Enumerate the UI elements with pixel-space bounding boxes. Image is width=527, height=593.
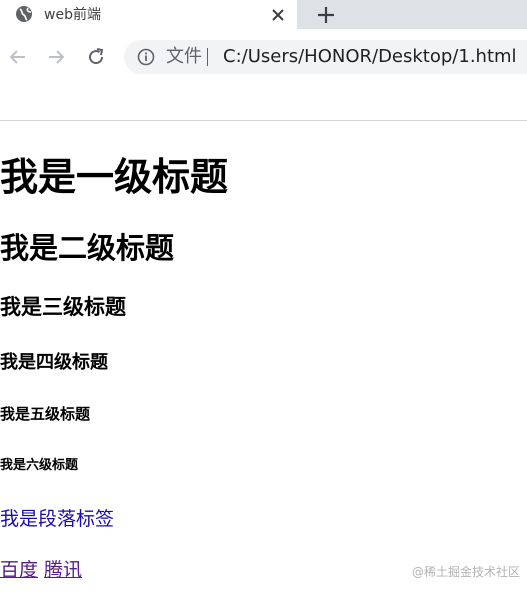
heading-level-6: 我是六级标题 [0, 458, 79, 473]
heading-level-2: 我是二级标题 [0, 231, 175, 265]
new-tab-plus-icon[interactable] [314, 3, 338, 27]
tab-strip: web前端 [0, 0, 527, 29]
reload-icon[interactable] [84, 45, 108, 69]
tencent-link[interactable]: 腾讯 [44, 559, 82, 581]
tab-title: web前端 [44, 7, 101, 23]
url-text[interactable]: C:/Users/HONOR/Desktop/1.html [223, 47, 517, 67]
link-row: 百度 腾讯 [0, 555, 82, 582]
heading-level-1: 我是一级标题 [0, 155, 229, 199]
paragraph-text: 我是段落标签 [0, 508, 115, 530]
heading-level-3: 我是三级标题 [0, 295, 126, 319]
info-icon[interactable] [137, 48, 155, 66]
chip-separator [207, 48, 208, 66]
globe-icon [15, 5, 33, 23]
forward-arrow-icon[interactable] [44, 45, 68, 69]
baidu-link[interactable]: 百度 [0, 559, 38, 581]
heading-level-4: 我是四级标题 [0, 352, 108, 373]
close-icon[interactable] [268, 5, 288, 25]
tab-active[interactable]: web前端 [0, 0, 297, 29]
back-arrow-icon[interactable] [6, 45, 30, 69]
watermark: @稀土掘金技术社区 [412, 565, 521, 579]
browser-toolbar: 文件 C:/Users/HONOR/Desktop/1.html [0, 29, 527, 85]
file-chip-label: 文件 [166, 46, 202, 67]
page-content: 我是一级标题 我是二级标题 我是三级标题 我是四级标题 我是五级标题 我是六级标… [0, 121, 527, 593]
heading-level-5: 我是五级标题 [0, 405, 91, 423]
address-bar[interactable]: 文件 C:/Users/HONOR/Desktop/1.html [124, 40, 527, 74]
